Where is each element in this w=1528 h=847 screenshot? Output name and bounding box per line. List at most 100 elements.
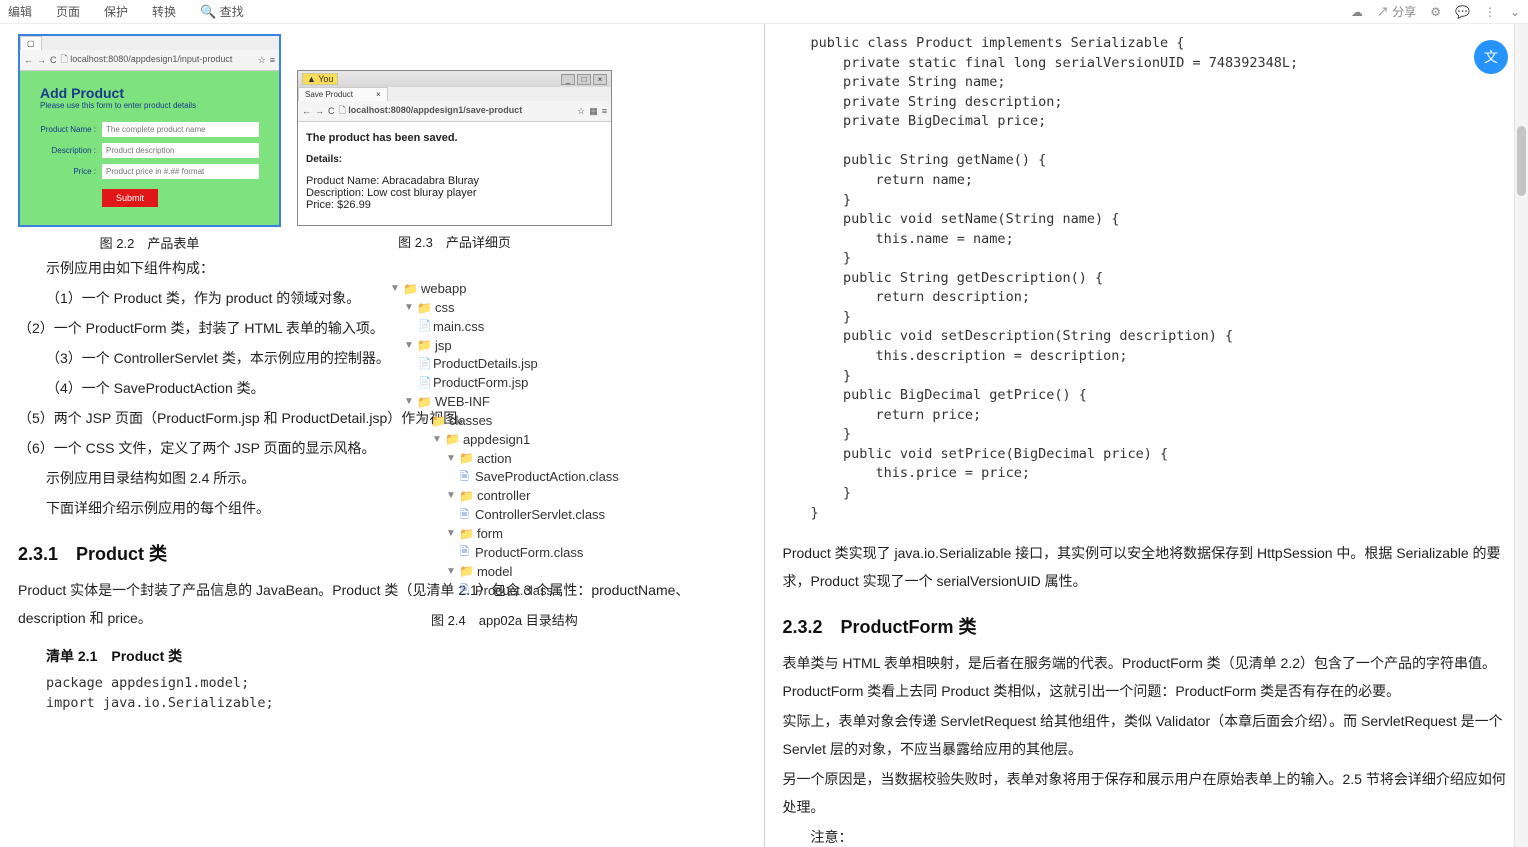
form-title: Add Product: [40, 85, 259, 101]
form-subtitle: Please use this form to enter product de…: [40, 101, 259, 110]
win-max-icon: □: [577, 74, 591, 85]
app-toolbar: 编辑 页面 保护 转换 🔍 查找 ☁ ↗ 分享 ⚙ 💬 ⋮ ⌄: [0, 0, 1528, 24]
body-text: 另一个原因是，当数据校验失败时，表单对象将用于保存和展示用户在原始表单上的输入。…: [783, 765, 1511, 821]
body-text: （4）一个 SaveProductAction 类。: [18, 374, 746, 402]
nav-back-icon: ←: [24, 55, 33, 65]
class-file-icon: 🗎: [460, 583, 472, 599]
input-desc: [102, 143, 259, 158]
saved-msg: The product has been saved.: [306, 132, 603, 144]
chevron-down-icon: ▼: [432, 433, 442, 448]
more-icon[interactable]: ⋮: [1484, 5, 1496, 19]
body-text: 实际上，表单对象会传递 ServletRequest 给其他组件，类似 Vali…: [783, 707, 1511, 763]
detail-line: Description: Low cost bluray player: [306, 187, 603, 199]
detail-line: Price: $26.99: [306, 199, 603, 211]
listing-title: 清单 2.1 Product 类: [18, 646, 746, 666]
search-icon: 🔍: [200, 4, 216, 19]
chevron-down-icon: ▼: [446, 452, 456, 467]
figure-2-2-browser: ▢ ← → C 🗋 localhost:8080/appdesign1/inpu…: [18, 34, 281, 227]
url-bar: 🗋 localhost:8080/appdesign1/save-product: [339, 103, 574, 119]
menu-page[interactable]: 页面: [56, 3, 80, 20]
chevron-down-icon: ▼: [418, 414, 428, 429]
menu-icon: ≡: [270, 55, 275, 65]
label-name: Product Name :: [40, 125, 96, 134]
folder-icon: 📁: [403, 281, 418, 298]
chevron-down-icon[interactable]: ⌄: [1510, 5, 1520, 19]
chevron-down-icon: ▼: [404, 301, 414, 316]
chevron-down-icon: ▼: [390, 282, 400, 297]
caption-2-4: 图 2.4 app02a 目录结构: [390, 610, 619, 629]
body-text: （1）一个 Product 类，作为 product 的领域对象。: [18, 284, 746, 312]
comment-icon[interactable]: 💬: [1455, 5, 1470, 19]
browser-tab: ▢: [20, 36, 42, 50]
class-file-icon: 🗎: [460, 508, 472, 524]
class-file-icon: 🗎: [460, 545, 472, 561]
nav-back-icon: ←: [302, 106, 311, 116]
ext-icon: ▦: [589, 106, 598, 117]
nav-fwd-icon: →: [315, 106, 324, 116]
gear-icon[interactable]: ⚙: [1430, 5, 1441, 19]
body-text: （6）一个 CSS 文件，定义了两个 JSP 页面的显示风格。: [18, 434, 746, 462]
file-icon: 📄: [418, 319, 430, 335]
chevron-down-icon: ▼: [404, 395, 414, 410]
url-bar: 🗋 localhost:8080/appdesign1/input-produc…: [61, 52, 254, 68]
body-text: （5）两个 JSP 页面（ProductForm.jsp 和 ProductDe…: [18, 404, 746, 432]
code-listing-2-1: package appdesign1.model; import java.io…: [46, 674, 746, 713]
folder-icon: 📁: [459, 488, 474, 505]
nav-fwd-icon: →: [37, 55, 46, 65]
body-text: （2）一个 ProductForm 类，封装了 HTML 表单的输入项。: [18, 314, 746, 342]
chevron-down-icon: ▼: [446, 489, 456, 504]
menu-edit[interactable]: 编辑: [8, 3, 32, 20]
class-file-icon: 🗎: [460, 470, 472, 486]
page-left: ▢ ← → C 🗋 localhost:8080/appdesign1/inpu…: [0, 24, 765, 847]
submit-button: Submit: [102, 189, 158, 207]
chevron-down-icon: ▼: [446, 565, 456, 580]
folder-icon: 📁: [459, 563, 474, 580]
folder-icon: 📁: [431, 413, 446, 430]
search-btn[interactable]: 🔍 查找: [200, 3, 244, 20]
menu-protect[interactable]: 保护: [104, 3, 128, 20]
star-icon: ☆: [577, 106, 585, 117]
folder-icon: 📁: [417, 337, 432, 354]
nav-reload-icon: C: [50, 55, 57, 65]
heading-2-3-1: 2.3.1 Product 类: [18, 540, 746, 566]
folder-icon: 📁: [459, 526, 474, 543]
cloud-icon[interactable]: ☁: [1351, 5, 1363, 19]
nav-reload-icon: C: [328, 106, 335, 116]
chevron-down-icon: ▼: [446, 527, 456, 542]
file-icon: 📄: [418, 376, 430, 392]
share-btn[interactable]: ↗ 分享: [1377, 3, 1416, 20]
you-badge: ▲ You: [302, 73, 338, 85]
body-text: 下面详细介绍示例应用的每个组件。: [18, 494, 746, 522]
star-icon: ☆: [258, 55, 266, 66]
browser-tab: Save Product×: [298, 87, 388, 101]
chevron-down-icon: ▼: [404, 339, 414, 354]
body-text: Product 实体是一个封装了产品信息的 JavaBean。Product 类…: [18, 576, 746, 632]
figure-2-3-browser: ▲ You _□× Save Product× ← → C 🗋 localhos…: [297, 70, 612, 226]
folder-icon: 📁: [417, 394, 432, 411]
details-label: Details:: [306, 154, 603, 165]
code-product-class: public class Product implements Serializ…: [811, 34, 1511, 523]
detail-line: Product Name: Abracadabra Bluray: [306, 175, 603, 187]
heading-2-3-2: 2.3.2 ProductForm 类: [783, 613, 1511, 639]
body-text: 表单类与 HTML 表单相映射，是后者在服务端的代表。ProductForm 类…: [783, 649, 1511, 705]
menu-convert[interactable]: 转换: [152, 3, 176, 20]
input-price: [102, 164, 259, 179]
folder-icon: 📁: [459, 450, 474, 467]
input-name: [102, 122, 259, 137]
win-min-icon: _: [561, 74, 575, 85]
label-price: Price :: [40, 167, 96, 176]
body-text: 示例应用由如下组件构成：: [18, 254, 746, 282]
caption-2-2: 图 2.2 产品表单: [100, 233, 200, 252]
scrollbar[interactable]: [1514, 24, 1528, 847]
document-content: ▢ ← → C 🗋 localhost:8080/appdesign1/inpu…: [0, 24, 1528, 847]
label-desc: Description :: [40, 146, 96, 155]
caption-2-3: 图 2.3 产品详细页: [398, 232, 511, 251]
figure-2-4-tree: ▼📁webapp ▼📁css 📄main.css ▼📁jsp 📄ProductD…: [390, 280, 619, 600]
scrollbar-thumb[interactable]: [1517, 126, 1526, 196]
file-icon: 📄: [418, 357, 430, 373]
body-text: 示例应用目录结构如图 2.4 所示。: [18, 464, 746, 492]
folder-icon: 📁: [445, 431, 460, 448]
body-text: 注意：: [783, 823, 1511, 847]
body-text: （3）一个 ControllerServlet 类，本示例应用的控制器。: [18, 344, 746, 372]
win-close-icon: ×: [593, 74, 607, 85]
